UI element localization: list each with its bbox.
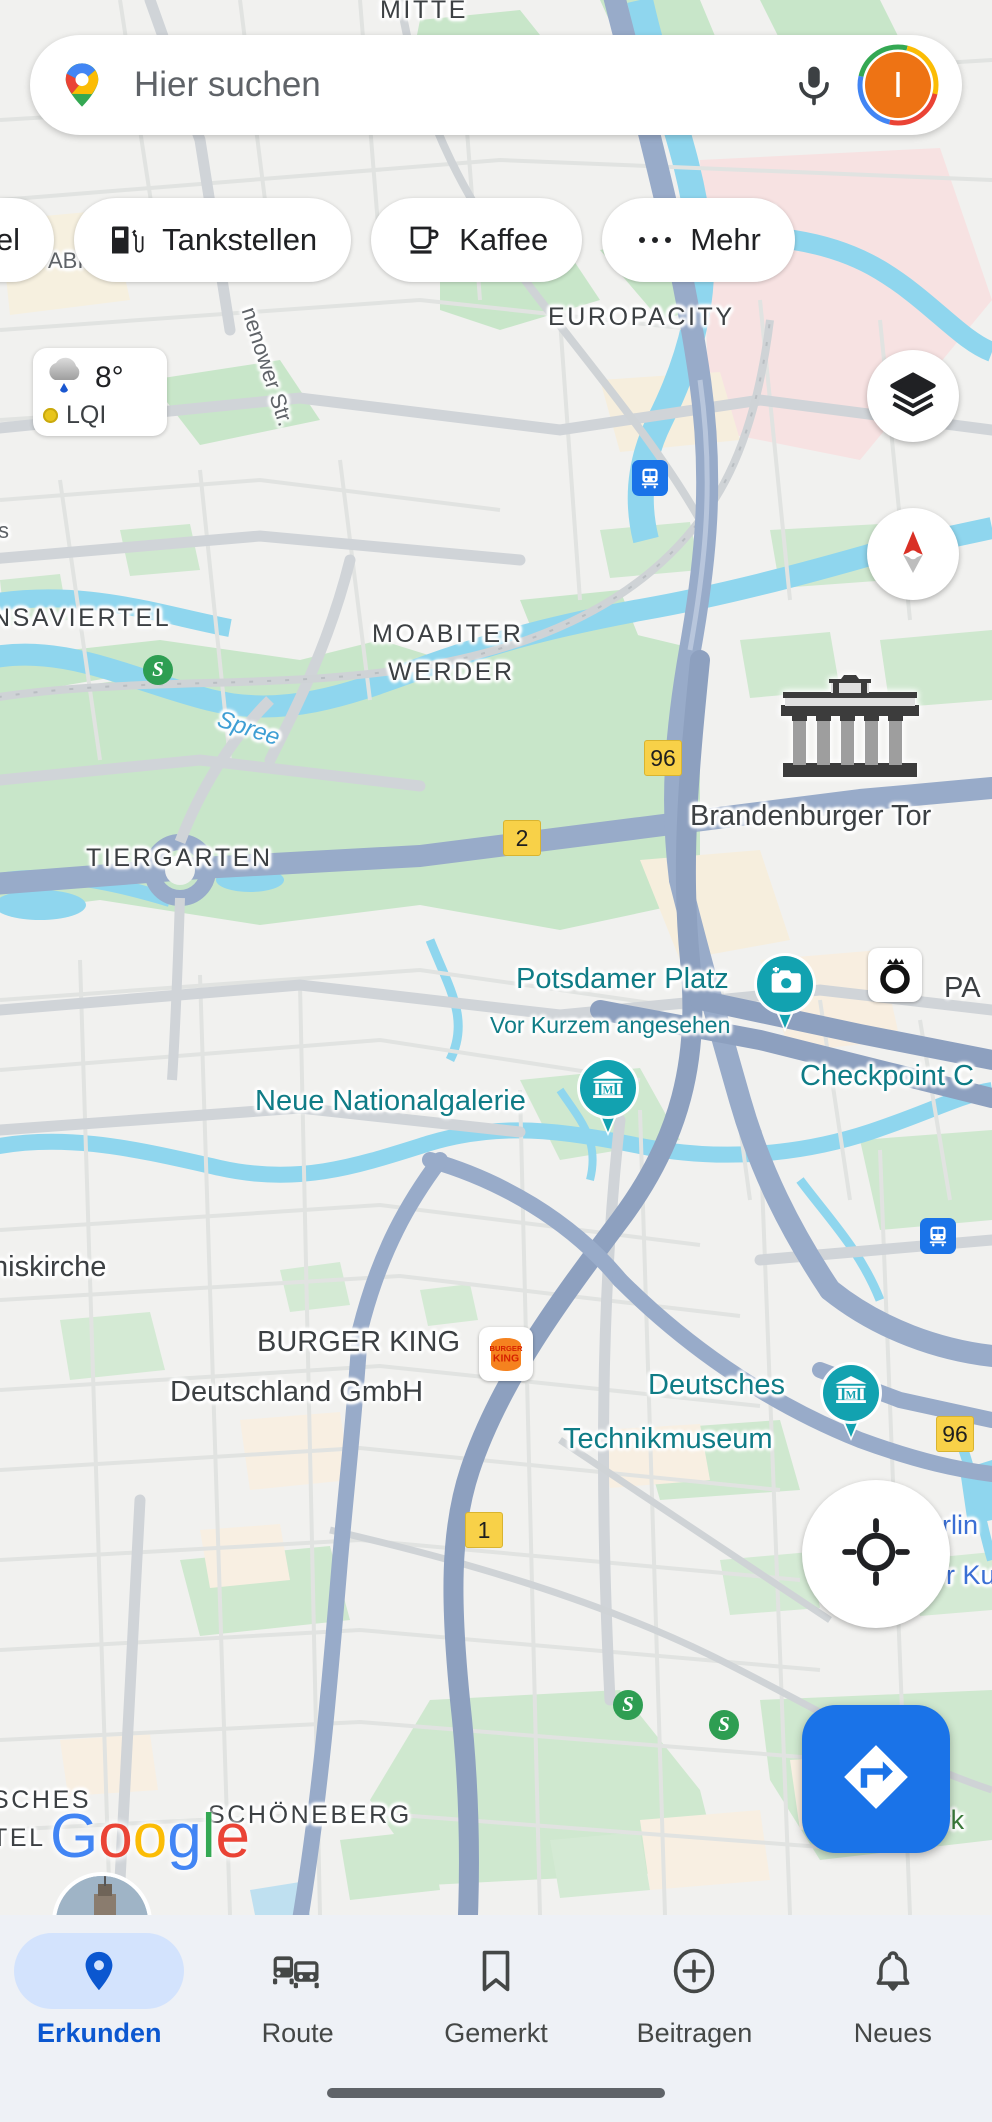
map-label: niskirche xyxy=(0,1251,107,1283)
museum-pin[interactable]: M xyxy=(823,1365,879,1441)
map-label: MITTE xyxy=(380,0,468,24)
museum-pin[interactable]: M xyxy=(580,1060,636,1136)
nav-item-beitragen[interactable]: Beitragen xyxy=(595,1933,793,2049)
map-label: Neue Nationalgalerie xyxy=(255,1085,526,1117)
nav-item-label: Beitragen xyxy=(636,2018,753,2048)
map-label: s xyxy=(0,518,9,543)
bell-icon xyxy=(808,1933,978,2009)
search-input[interactable]: Hier suchen xyxy=(134,65,788,105)
aqi-indicator-dot xyxy=(43,408,58,423)
nav-item-gemerkt[interactable]: Gemerkt xyxy=(397,1933,595,2049)
nav-item-label: Erkunden xyxy=(36,2018,162,2048)
nav-item-label: Route xyxy=(261,2018,334,2048)
search-bar[interactable]: Hier suchen I xyxy=(30,35,962,135)
brandenburg-gate-icon[interactable] xyxy=(775,651,925,790)
my-location-button[interactable] xyxy=(802,1480,950,1628)
map-label: MOABITER xyxy=(372,620,524,648)
map-label: WERDER xyxy=(388,658,515,686)
transit-route-icon xyxy=(213,1933,383,2009)
aqi-label: LQI xyxy=(66,401,107,429)
chip-label: Tankstellen xyxy=(162,222,318,257)
avatar-initial: I xyxy=(865,52,931,118)
camera-icon xyxy=(768,965,802,1002)
map-label: EUROPACITY xyxy=(548,303,735,331)
category-chip-row[interactable]: mittel Tankstellen Kaffee Mehr xyxy=(0,190,992,290)
burger-king-logo[interactable]: BURGER KING xyxy=(479,1327,533,1381)
directions-arrow-icon xyxy=(837,1738,915,1821)
map-label: r Ku xyxy=(946,1560,992,1590)
chip-mehr[interactable]: Mehr xyxy=(602,198,795,282)
chip-label: mittel xyxy=(0,222,21,257)
sbahn-station-icon[interactable]: S xyxy=(613,1690,643,1720)
map-label: BURGER KING xyxy=(257,1326,461,1358)
coffee-cup-icon xyxy=(405,221,443,259)
location-pin-icon xyxy=(14,1933,185,2009)
nav-item-label: Neues xyxy=(853,2018,932,2048)
map-label: Technikmuseum xyxy=(563,1423,773,1455)
compass-button[interactable] xyxy=(867,508,959,600)
map-label: PA xyxy=(944,972,981,1004)
fuel-pump-icon xyxy=(108,221,146,259)
my-location-icon xyxy=(841,1517,911,1592)
map-label: Deutschland GmbH xyxy=(170,1376,424,1408)
chip-tankstellen[interactable]: Tankstellen xyxy=(74,198,352,282)
weather-temperature: 8° xyxy=(95,361,124,394)
sbahn-station-icon[interactable]: S xyxy=(709,1710,739,1740)
svg-text:M: M xyxy=(603,1084,614,1096)
svg-text:KING: KING xyxy=(493,1353,519,1365)
plus-circle-icon xyxy=(609,1933,779,2009)
map-label: Deutsches xyxy=(648,1369,786,1401)
map-label: TIERGARTEN xyxy=(86,844,273,872)
google-maps-pin-icon xyxy=(56,59,108,111)
microphone-icon[interactable] xyxy=(788,59,840,111)
map-layers-button[interactable] xyxy=(867,350,959,442)
directions-button[interactable] xyxy=(802,1705,950,1853)
google-maps-app: MITTE EUROPACITY MOABITER WERDER NSAVIERTEL T… xyxy=(0,0,992,2122)
chip-label: Kaffee xyxy=(459,222,549,257)
crown-ring-logo[interactable] xyxy=(868,948,922,1002)
layers-icon xyxy=(887,368,939,425)
road-shield: 96 xyxy=(644,740,682,776)
bookmark-icon xyxy=(411,1933,581,2009)
chip-mittel[interactable]: mittel xyxy=(0,198,55,282)
compass-icon xyxy=(885,524,941,585)
nav-item-route[interactable]: Route xyxy=(198,1933,396,2049)
train-station-icon[interactable] xyxy=(920,1218,956,1254)
map-label: Vor Kurzem angesehen xyxy=(490,1012,731,1038)
map-label: Checkpoint C xyxy=(800,1060,975,1092)
train-station-icon[interactable] xyxy=(632,460,668,496)
rain-cloud-icon xyxy=(43,356,89,401)
road-shield: 96 xyxy=(936,1416,974,1452)
nav-item-erkunden[interactable]: Erkunden xyxy=(0,1933,198,2049)
map-label: Brandenburger Tor xyxy=(690,800,932,832)
chip-label: Mehr xyxy=(690,222,761,257)
google-watermark: Google xyxy=(50,1802,250,1880)
museum-icon: M xyxy=(590,1069,626,1108)
account-avatar[interactable]: I xyxy=(856,43,940,127)
svg-text:M: M xyxy=(846,1389,857,1401)
map-label: Potsdamer Platz xyxy=(516,963,729,995)
chip-kaffee[interactable]: Kaffee xyxy=(371,198,583,282)
museum-icon: M xyxy=(833,1374,869,1413)
road-shield: 2 xyxy=(503,820,541,856)
nav-item-label: Gemerkt xyxy=(444,2018,548,2048)
nav-item-neues[interactable]: Neues xyxy=(794,1933,992,2049)
photo-pin[interactable] xyxy=(757,956,813,1032)
svg-text:Google: Google xyxy=(50,1805,250,1871)
map-label: TEL xyxy=(0,1824,46,1852)
more-dots-icon xyxy=(636,221,674,259)
sbahn-station-icon[interactable]: S xyxy=(143,655,173,685)
map-label: NSAVIERTEL xyxy=(0,604,172,632)
home-indicator xyxy=(327,2088,665,2098)
road-shield: 1 xyxy=(465,1512,503,1548)
weather-widget[interactable]: 8° LQI xyxy=(33,348,167,436)
